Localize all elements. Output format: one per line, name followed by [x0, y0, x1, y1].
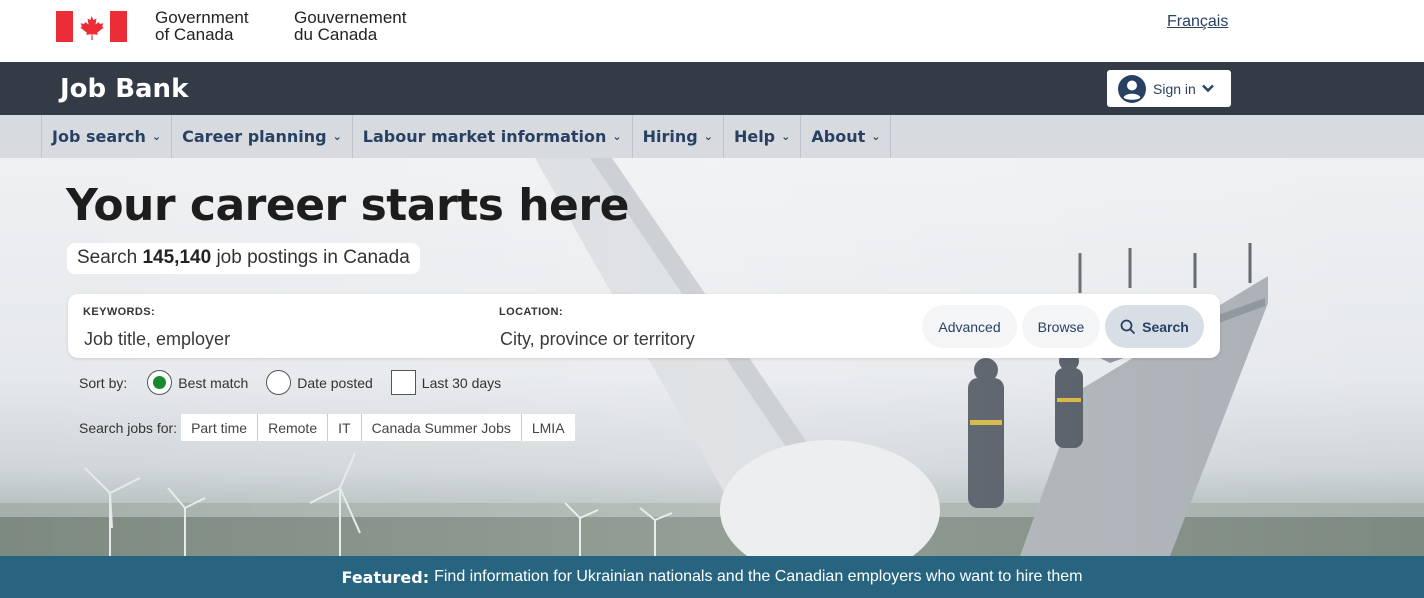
featured-text: Find information for Ukrainian nationals…: [434, 568, 1083, 585]
sort-best-match-radio[interactable]: [147, 370, 173, 395]
gov-en-line2: of Canada: [155, 25, 234, 44]
nav-item-label: Job search: [52, 127, 146, 146]
quick-link-part-time[interactable]: Part time: [181, 414, 259, 441]
location-label: LOCATION:: [499, 306, 563, 318]
sort-date-posted-radio[interactable]: [266, 370, 292, 395]
quick-link-remote[interactable]: Remote: [258, 414, 329, 441]
gov-header: Government of Canada Gouvernement du Can…: [0, 0, 1424, 62]
quick-search-links: Part time Remote IT Canada Summer Jobs L…: [181, 414, 575, 441]
search-icon: [1120, 319, 1136, 334]
keywords-input[interactable]: [84, 326, 464, 352]
quick-link-it[interactable]: IT: [328, 414, 362, 441]
nav-item-label: Help: [733, 127, 776, 146]
job-count-pill: Search 145,140 job postings in Canada: [67, 243, 420, 274]
nav-item-label: Labour market information: [362, 127, 607, 146]
quick-search-label: Search jobs for:: [79, 419, 178, 436]
nav-item-hiring[interactable]: Hiring ⌄: [631, 115, 723, 158]
sort-date-posted-label[interactable]: Date posted: [297, 375, 373, 391]
advanced-search-button[interactable]: Advanced: [922, 305, 1017, 348]
quick-link-canada-summer-jobs[interactable]: Canada Summer Jobs: [361, 414, 522, 441]
quick-link-lmia[interactable]: LMIA: [521, 414, 575, 441]
gov-name-english: Government of Canada: [155, 9, 249, 43]
featured-banner[interactable]: Featured: Find information for Ukrainian…: [0, 556, 1424, 598]
chevron-down-icon: ⌄: [703, 130, 713, 143]
signin-button[interactable]: Sign in: [1107, 70, 1231, 107]
gov-fr-line2: du Canada: [294, 25, 378, 44]
keywords-label: KEYWORDS:: [83, 306, 156, 318]
nav-item-career-planning[interactable]: Career planning ⌄: [171, 115, 352, 158]
radio-selected-dot: [153, 376, 167, 389]
search-button[interactable]: Search: [1105, 305, 1204, 348]
nav-item-label: About: [811, 127, 866, 146]
job-count-value: 145,140: [142, 247, 212, 268]
search-box: KEYWORDS: LOCATION: Advanced Browse Sear…: [68, 294, 1220, 358]
featured-label: Featured:: [341, 567, 430, 587]
nav-item-labour-market-information[interactable]: Labour market information ⌄: [351, 115, 632, 158]
browse-button[interactable]: Browse: [1022, 305, 1100, 348]
job-count-suffix: job postings in Canada: [216, 247, 410, 268]
gov-name-french: Gouvernement du Canada: [294, 9, 406, 43]
chevron-down-icon: ⌄: [871, 130, 881, 143]
sort-options: Sort by: Best match Date posted Last 30 …: [79, 370, 501, 395]
gov-en-line1: Government: [155, 8, 249, 27]
hero-section: Your career starts here Search 145,140 j…: [0, 158, 1424, 556]
nav-item-label: Career planning: [182, 127, 327, 146]
chevron-down-icon: ⌄: [151, 130, 162, 143]
last-30-days-checkbox[interactable]: [390, 370, 416, 395]
search-button-label: Search: [1142, 318, 1189, 335]
last-30-days-label[interactable]: Last 30 days: [422, 375, 501, 391]
chevron-down-icon: [1201, 84, 1214, 93]
canada-flag-icon: [56, 11, 127, 42]
nav-item-about[interactable]: About ⌄: [800, 115, 892, 158]
chevron-down-icon: ⌄: [781, 130, 791, 143]
sort-best-match-label[interactable]: Best match: [178, 375, 248, 391]
job-count-prefix: Search: [77, 247, 138, 268]
app-bar: Job Bank Sign in: [0, 62, 1424, 115]
chevron-down-icon: ⌄: [612, 130, 622, 143]
location-input[interactable]: [500, 326, 880, 352]
nav-item-job-search[interactable]: Job search ⌄: [41, 115, 171, 158]
language-toggle-link[interactable]: Français: [1167, 13, 1228, 31]
quick-search: Search jobs for: Part time Remote IT Can…: [79, 414, 575, 441]
nav-item-label: Hiring: [642, 127, 698, 146]
user-circle-icon: [1118, 74, 1146, 103]
signin-label: Sign in: [1153, 80, 1196, 97]
app-title[interactable]: Job Bank: [60, 74, 188, 104]
main-nav: Job search ⌄ Career planning ⌄ Labour mark…: [0, 115, 1424, 158]
nav-item-help[interactable]: Help ⌄: [722, 115, 800, 158]
hero-heading: Your career starts here: [66, 180, 629, 231]
gov-fr-line1: Gouvernement: [294, 8, 407, 27]
sort-label: Sort by:: [79, 374, 128, 391]
chevron-down-icon: ⌄: [332, 130, 342, 143]
